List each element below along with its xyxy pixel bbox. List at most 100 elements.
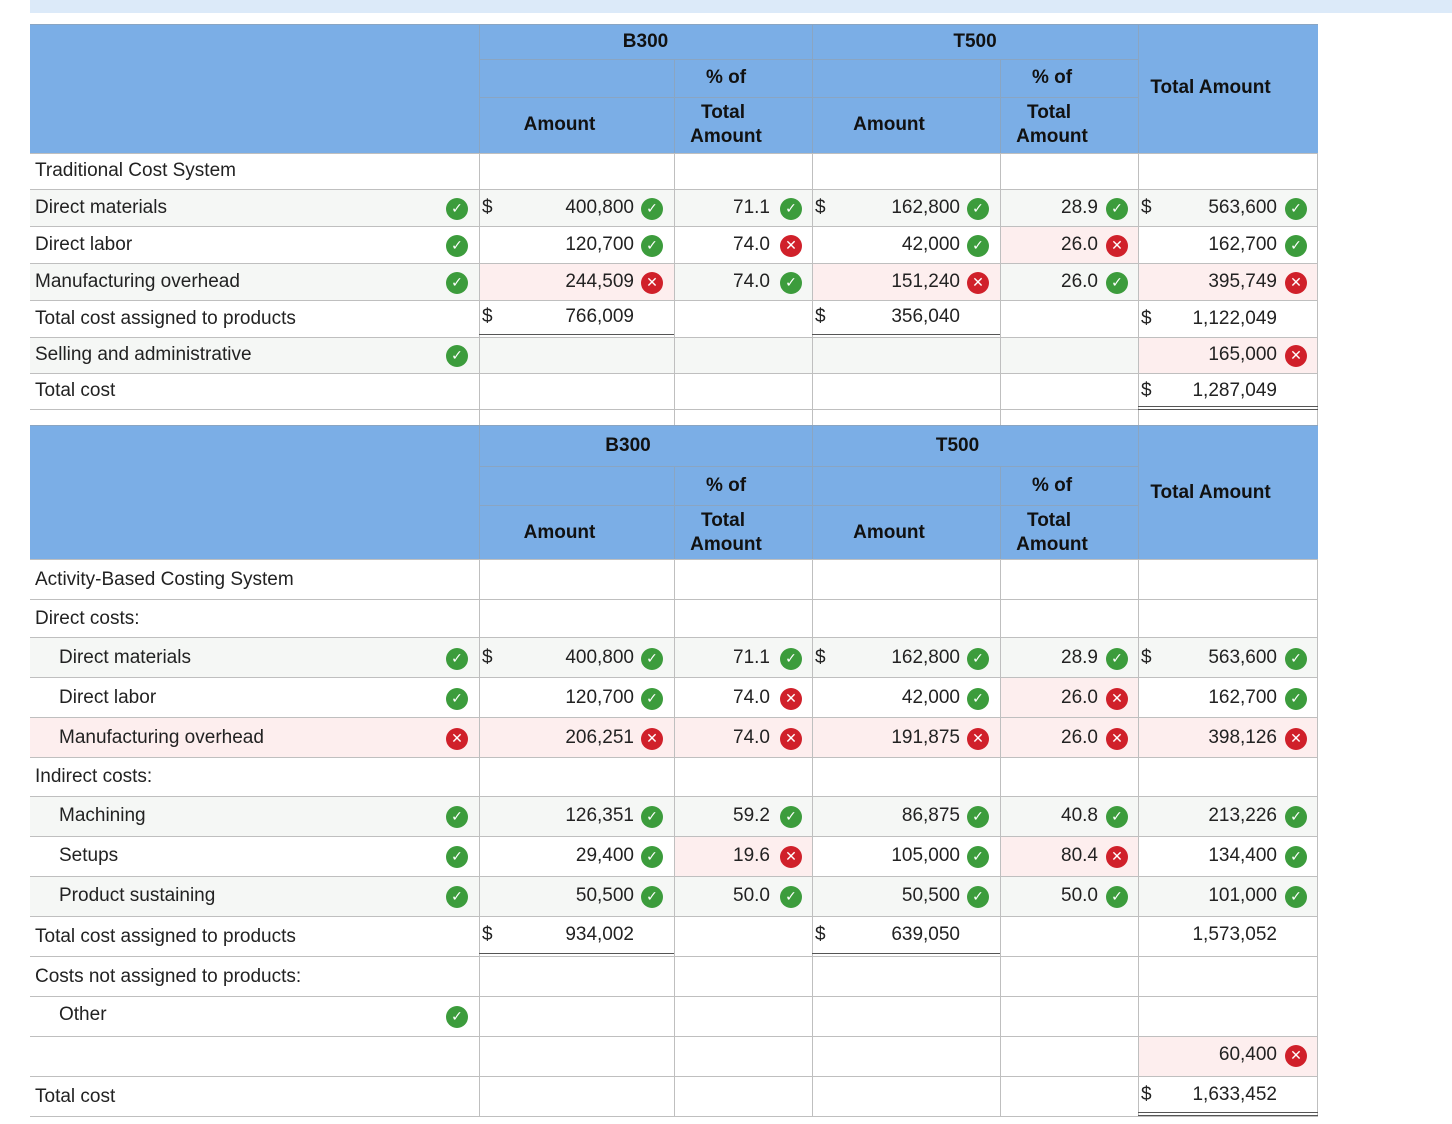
check-icon: ✓	[780, 648, 802, 670]
b300-amount: 244,509	[565, 271, 634, 292]
row-label: Setups	[59, 845, 119, 866]
cross-icon: ✕	[641, 728, 663, 750]
check-icon: ✓	[641, 846, 663, 868]
check-icon: ✓	[446, 648, 468, 670]
t500-amount-header: Amount	[853, 114, 925, 135]
check-icon: ✓	[967, 846, 989, 868]
check-icon: ✓	[967, 806, 989, 828]
not-assigned-row: Costs not assigned to products:	[30, 956, 1318, 996]
table-row: Machining ✓ 126,351 ✓ 59.2 ✓ 86,875 ✓ 40…	[30, 796, 1318, 836]
b300-pct-header-3: Amount	[690, 534, 762, 555]
b300-pct-header-3: Amount	[690, 126, 762, 147]
table-row: Direct labor ✓ 120,700 ✓ 74.0 ✕ 42,000 ✓…	[30, 677, 1318, 717]
b300-header: B300	[622, 31, 669, 52]
row-label: Manufacturing overhead	[59, 727, 264, 748]
check-icon: ✓	[780, 806, 802, 828]
check-icon: ✓	[1285, 886, 1307, 908]
b300-pct: 74.0	[733, 234, 770, 255]
row-label: Total cost assigned to products	[35, 308, 296, 329]
t500-amount: 162,800	[891, 197, 960, 218]
check-icon: ✓	[967, 235, 989, 257]
table-row: Product sustaining ✓ 50,500 ✓ 50.0 ✓ 50,…	[30, 876, 1318, 916]
b300-amount: 120,700	[565, 234, 634, 255]
b300-amount: 400,800	[565, 197, 634, 218]
abc-title-row: Activity-Based Costing System	[30, 559, 1318, 599]
check-icon: ✓	[1285, 235, 1307, 257]
check-icon: ✓	[641, 886, 663, 908]
t500-pct: 40.8	[1061, 805, 1098, 826]
check-icon: ✓	[780, 886, 802, 908]
currency-sign: $	[815, 197, 826, 218]
t500-header: T500	[953, 31, 997, 52]
t500-pct: 26.0	[1061, 271, 1098, 292]
total-amount-header: Total Amount	[1150, 77, 1271, 98]
t500-pct-header-1: % of	[1031, 475, 1073, 496]
check-icon: ✓	[446, 1006, 468, 1028]
check-icon: ✓	[446, 846, 468, 868]
cross-icon: ✕	[780, 728, 802, 750]
check-icon: ✓	[641, 648, 663, 670]
check-icon: ✓	[1285, 806, 1307, 828]
cross-icon: ✕	[1106, 235, 1128, 257]
currency-sign: $	[815, 306, 826, 327]
row-label: Direct materials	[59, 647, 191, 668]
check-icon: ✓	[1106, 806, 1128, 828]
check-icon: ✓	[446, 886, 468, 908]
total-amount: 134,400	[1208, 845, 1277, 866]
row-label: Other	[59, 1004, 107, 1025]
check-icon: ✓	[446, 345, 468, 367]
check-icon: ✓	[780, 272, 802, 294]
total-amount: 395,749	[1208, 271, 1277, 292]
check-icon: ✓	[1285, 648, 1307, 670]
b300-pct: 74.0	[733, 271, 770, 292]
indirect-costs-row: Indirect costs:	[30, 757, 1318, 796]
b300-amount: 206,251	[565, 727, 634, 748]
check-icon: ✓	[967, 886, 989, 908]
table-row: Total cost assigned to products $ 934,00…	[30, 916, 1318, 956]
cross-icon: ✕	[780, 235, 802, 257]
b300-amount: 126,351	[565, 805, 634, 826]
currency-sign: $	[1141, 197, 1152, 218]
t500-pct-header-2: Total	[1027, 510, 1071, 531]
currency-sign: $	[1141, 380, 1152, 401]
check-icon: ✓	[967, 648, 989, 670]
check-icon: ✓	[641, 688, 663, 710]
t500-amount: 50,500	[901, 885, 960, 906]
b300-pct: 19.6	[733, 845, 770, 866]
table-row: Other ✓	[30, 996, 1318, 1036]
total-amount: 1,287,049	[1192, 380, 1277, 401]
b300-pct-header-2: Total	[701, 510, 745, 531]
t500-amount: 356,040	[891, 306, 960, 327]
subsection-label: Direct costs:	[35, 608, 140, 629]
check-icon: ✓	[1285, 846, 1307, 868]
double-underline	[1138, 406, 1318, 410]
t500-amount: 42,000	[901, 687, 960, 708]
double-underline	[1138, 1112, 1318, 1116]
cross-icon: ✕	[1285, 1045, 1307, 1067]
subsection-label: Costs not assigned to products:	[35, 966, 302, 987]
top-bar	[30, 0, 1452, 13]
table-row: 60,400 ✕	[30, 1036, 1318, 1076]
t500-amount: 42,000	[901, 234, 960, 255]
total-amount: 1,122,049	[1192, 308, 1277, 329]
t500-amount: 191,875	[891, 727, 960, 748]
cross-icon: ✕	[780, 688, 802, 710]
t500-pct: 50.0	[1061, 885, 1098, 906]
b300-pct-header-2: Total	[701, 102, 745, 123]
t500-pct-header-3: Amount	[1016, 534, 1088, 555]
cross-icon: ✕	[1106, 728, 1128, 750]
section-title: Traditional Cost System	[35, 160, 236, 181]
cross-icon: ✕	[1285, 345, 1307, 367]
row-label: Direct materials	[35, 197, 167, 218]
b300-amount: 120,700	[565, 687, 634, 708]
t500-amount: 105,000	[891, 845, 960, 866]
b300-pct: 59.2	[733, 805, 770, 826]
b300-pct: 74.0	[733, 687, 770, 708]
b300-pct-header-1: % of	[705, 475, 747, 496]
total-amount-header: Total Amount	[1150, 482, 1271, 503]
total-amount: 1,573,052	[1192, 924, 1277, 945]
total-amount: 398,126	[1208, 727, 1277, 748]
check-icon: ✓	[641, 806, 663, 828]
subsection-label: Indirect costs:	[35, 766, 153, 787]
t500-amount: 162,800	[891, 647, 960, 668]
